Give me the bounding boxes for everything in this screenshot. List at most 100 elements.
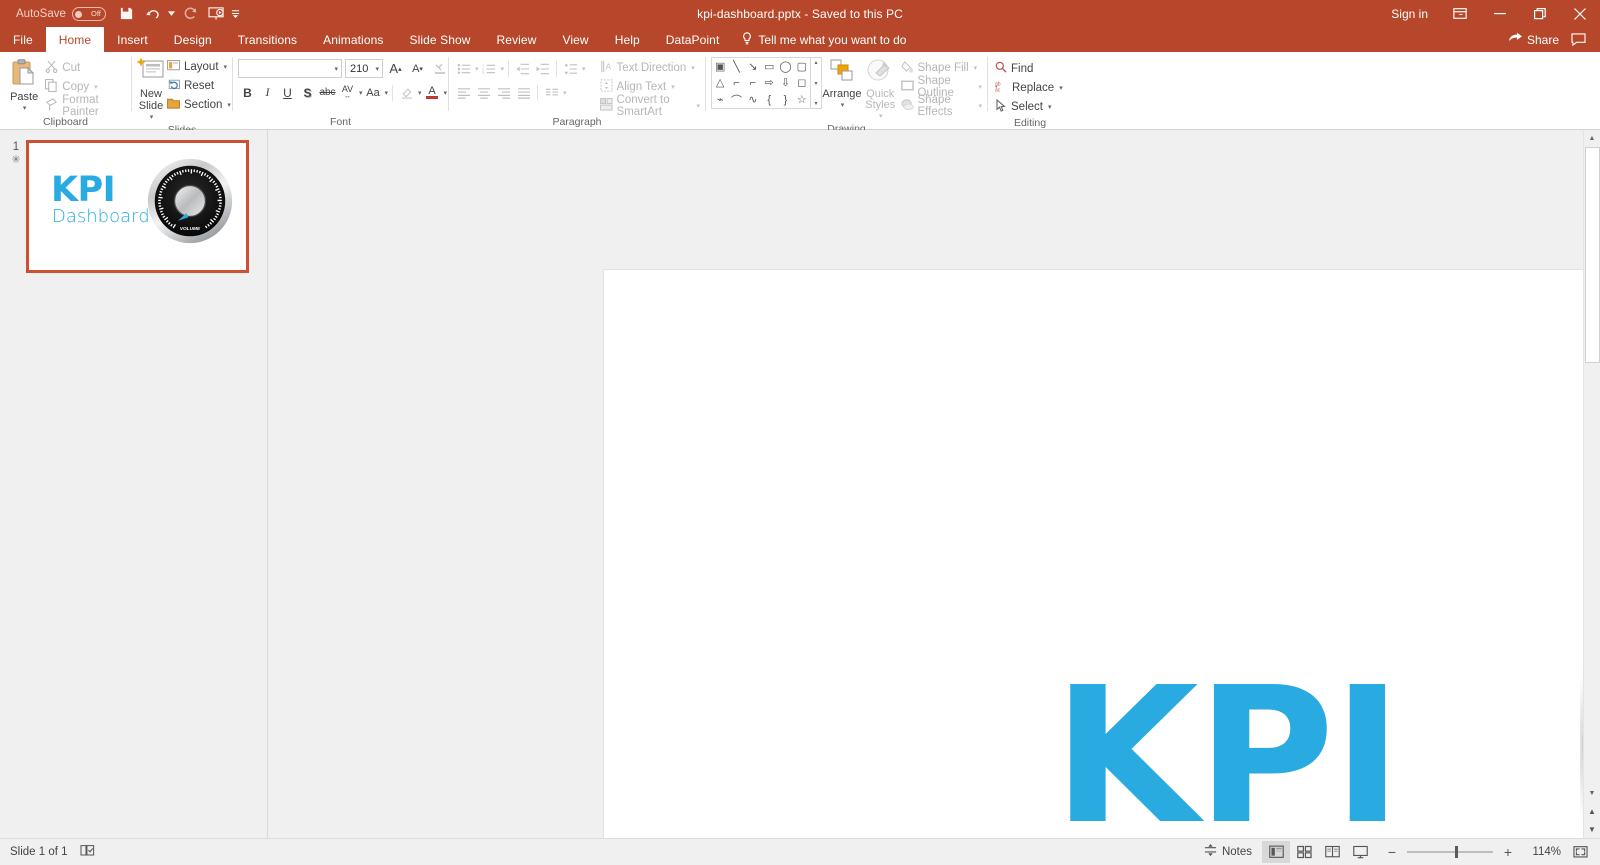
font-name-input[interactable]: ▾ (238, 59, 342, 78)
justify-icon[interactable] (514, 83, 533, 102)
start-presentation-icon[interactable] (204, 2, 230, 26)
cut-button[interactable]: Cut (43, 58, 126, 77)
columns-dropdown-icon[interactable]: ▾ (563, 89, 567, 97)
tab-design[interactable]: Design (161, 27, 225, 52)
change-case-dropdown-icon[interactable]: ▾ (385, 89, 389, 97)
character-spacing-button[interactable]: AV ↔ (338, 83, 357, 102)
quick-styles-dropdown-icon[interactable]: ▾ (879, 111, 883, 122)
convert-to-smartart-button[interactable]: Convert to SmartArt ▾ (598, 96, 700, 115)
autosave-toggle[interactable]: Off (72, 7, 106, 21)
font-color-button[interactable]: A (423, 83, 442, 102)
section-dropdown-icon[interactable]: ▾ (227, 101, 231, 109)
shape-elbow-arrow-icon[interactable]: ⌐ (745, 75, 761, 92)
shape-down-arrow-icon[interactable]: ⇩ (777, 75, 793, 92)
bold-button[interactable]: B (238, 83, 257, 102)
tab-datapoint[interactable]: DataPoint (653, 27, 733, 52)
text-shadow-button[interactable]: S (298, 83, 317, 102)
align-center-icon[interactable] (474, 83, 493, 102)
bullets-icon[interactable] (454, 59, 473, 78)
shape-textbox-icon[interactable]: ▣ (712, 58, 728, 75)
scroll-down-icon[interactable]: ▼ (1584, 785, 1600, 802)
shape-fill-dropdown-icon[interactable]: ▾ (974, 64, 978, 72)
shape-line-icon[interactable]: ╲ (728, 58, 744, 75)
replace-dropdown-icon[interactable]: ▾ (1059, 84, 1063, 92)
shape-rounded-rectangle-icon[interactable]: ▢ (794, 58, 810, 75)
clear-formatting-icon[interactable] (430, 59, 449, 78)
line-spacing-icon[interactable] (561, 59, 580, 78)
kpi-title-block[interactable]: KPI Dashboard (1053, 672, 1503, 865)
shape-arc-icon[interactable]: ⌒ (728, 91, 744, 108)
undo-icon[interactable] (140, 2, 166, 26)
italic-button[interactable]: I (258, 83, 277, 102)
new-slide-button[interactable]: New Slide ▾ (137, 55, 165, 123)
shape-outline-dropdown-icon[interactable]: ▾ (979, 83, 983, 91)
slide-thumbnail-1[interactable]: KPI Dashboard (26, 140, 249, 273)
shape-triangle-icon[interactable]: △ (712, 75, 728, 92)
shape-oval-icon[interactable]: ◯ (777, 58, 793, 75)
layout-dropdown-icon[interactable]: ▾ (224, 63, 228, 71)
zoom-in-button[interactable]: + (1500, 841, 1516, 863)
tab-slide-show[interactable]: Slide Show (396, 27, 483, 52)
section-button[interactable]: Section ▾ (165, 95, 231, 114)
character-spacing-dropdown-icon[interactable]: ▾ (359, 89, 363, 97)
numbering-dropdown-icon[interactable]: ▾ (501, 65, 505, 73)
redo-icon[interactable] (178, 2, 204, 26)
scroll-up-icon[interactable]: ▲ (1584, 130, 1600, 147)
tab-help[interactable]: Help (602, 27, 653, 52)
vertical-scrollbar[interactable]: ▲ ▼ ▲ ▼ (1583, 130, 1600, 838)
align-text-dropdown-icon[interactable]: ▾ (671, 83, 675, 91)
notes-button[interactable]: Notes (1194, 844, 1262, 860)
columns-icon[interactable] (542, 83, 561, 102)
tell-me-search[interactable]: Tell me what you want to do (732, 27, 916, 52)
shape-freeform-icon[interactable]: ⌁ (712, 91, 728, 108)
underline-button[interactable]: U (278, 83, 297, 102)
autosave-control[interactable]: AutoSave Off (16, 7, 106, 21)
tab-view[interactable]: View (549, 27, 601, 52)
sign-in-button[interactable]: Sign in (1379, 7, 1440, 21)
text-direction-button[interactable]: A Text Direction ▾ (598, 58, 700, 77)
previous-slide-button[interactable]: ▲ (1584, 802, 1600, 820)
text-highlight-dropdown-icon[interactable]: ▾ (418, 89, 422, 97)
zoom-slider[interactable] (1407, 851, 1493, 853)
next-slide-button[interactable]: ▼ (1584, 820, 1600, 838)
tab-transitions[interactable]: Transitions (225, 27, 310, 52)
align-left-icon[interactable] (454, 83, 473, 102)
shape-curve-icon[interactable]: ∿ (745, 91, 761, 108)
normal-view-icon[interactable] (1262, 841, 1290, 863)
find-button[interactable]: Find (993, 59, 1063, 78)
paste-button[interactable]: Paste ▾ (5, 55, 43, 114)
shape-left-brace-icon[interactable]: { (761, 91, 777, 108)
tab-file[interactable]: File (0, 27, 46, 52)
new-slide-dropdown-icon[interactable]: ▾ (150, 112, 154, 123)
scrollbar-thumb[interactable] (1585, 147, 1600, 363)
numbering-icon[interactable]: 123 (480, 59, 499, 78)
restore-button[interactable] (1520, 0, 1560, 27)
share-button[interactable]: Share (1498, 32, 1569, 47)
replace-button[interactable]: abac Replace ▾ (993, 78, 1063, 97)
decrease-indent-icon[interactable] (513, 59, 532, 78)
font-name-dropdown-icon[interactable]: ▾ (334, 65, 338, 73)
arrange-dropdown-icon[interactable]: ▾ (841, 100, 845, 111)
close-button[interactable] (1560, 0, 1600, 27)
shapes-scroll-up-icon[interactable]: ▴ (814, 59, 817, 66)
quick-styles-button[interactable]: Quick Styles ▾ (862, 56, 899, 122)
ribbon-display-options-icon[interactable] (1440, 0, 1480, 27)
fit-slide-to-window-icon[interactable] (1568, 841, 1592, 863)
select-button[interactable]: Select ▾ (993, 97, 1063, 116)
undo-dropdown-icon[interactable] (166, 2, 178, 26)
font-color-dropdown-icon[interactable]: ▾ (444, 89, 448, 97)
shape-effects-button[interactable]: Shape Effects ▾ (899, 96, 983, 115)
shape-right-arrow-icon[interactable]: ⇨ (761, 75, 777, 92)
slide-sorter-icon[interactable] (1290, 841, 1318, 863)
tab-home[interactable]: Home (46, 27, 104, 52)
tab-review[interactable]: Review (484, 27, 550, 52)
tab-insert[interactable]: Insert (104, 27, 161, 52)
shape-star-icon[interactable]: ☆ (794, 91, 810, 108)
decrease-font-size-button[interactable]: A▾ (408, 59, 427, 78)
shape-right-brace-icon[interactable]: } (777, 91, 793, 108)
zoom-control[interactable]: − + 114% (1374, 841, 1592, 863)
shapes-more-icon[interactable]: ▾ (814, 100, 817, 107)
font-size-dropdown-icon[interactable]: ▾ (375, 65, 379, 73)
shape-flowchart-icon[interactable]: ◻ (794, 75, 810, 92)
slide-canvas[interactable]: KPI Dashboard (603, 269, 1600, 865)
